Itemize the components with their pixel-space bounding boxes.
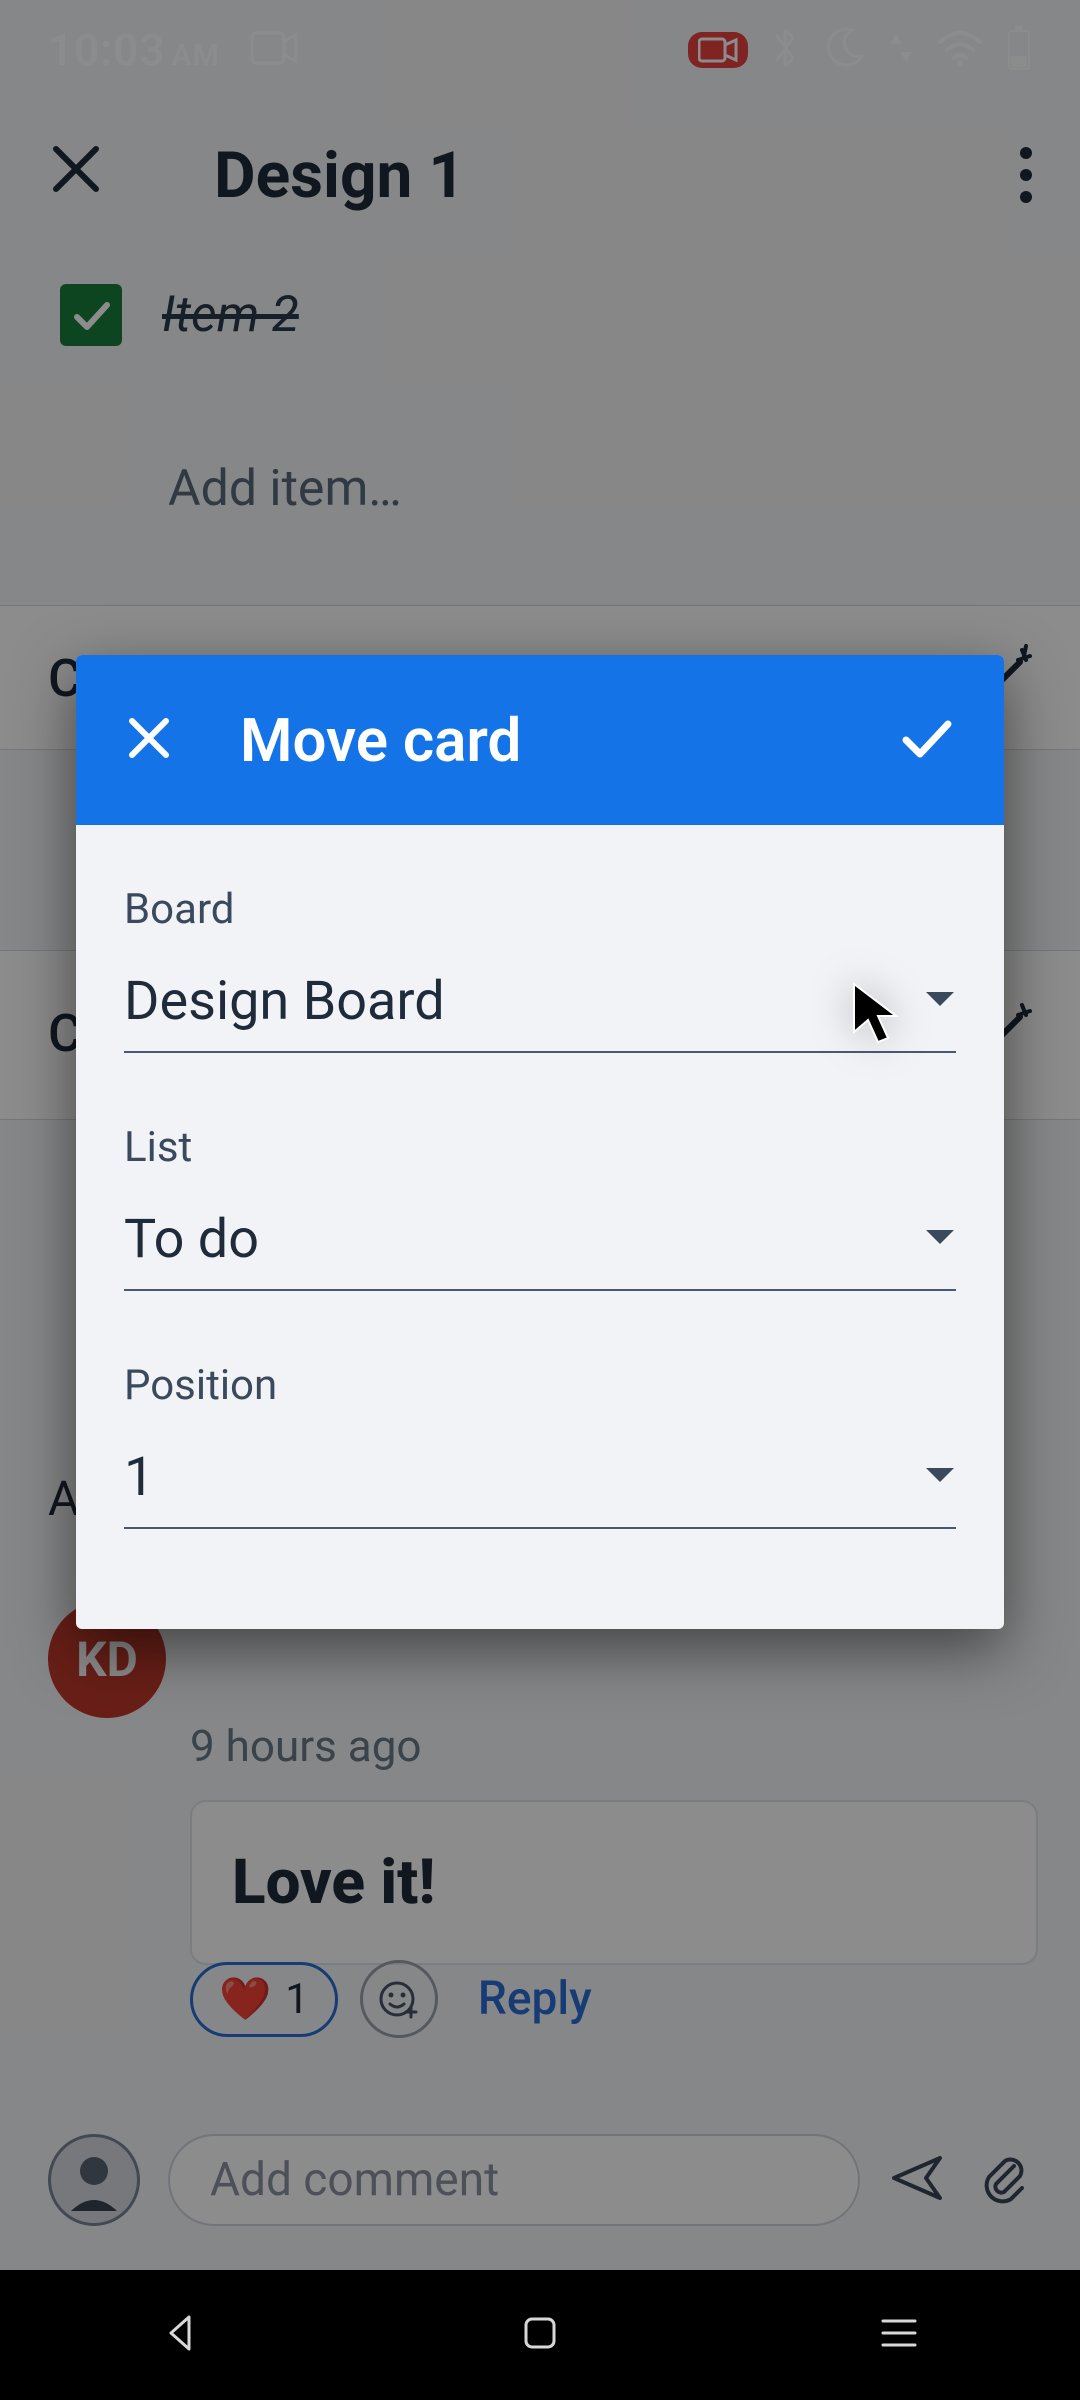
move-card-dialog: Move card Board Design Board List To do <box>76 655 1004 1629</box>
overflow-menu-icon[interactable] <box>1020 147 1032 203</box>
checklist-item-label: Item 2 <box>162 286 299 344</box>
camera-outline-icon <box>250 31 298 69</box>
dialog-close-icon[interactable] <box>122 711 176 769</box>
data-arrows-icon <box>888 28 914 72</box>
add-item-input[interactable]: Add item… <box>168 460 402 518</box>
send-icon[interactable] <box>888 2148 948 2212</box>
battery-icon <box>1006 26 1032 74</box>
add-reaction-button[interactable] <box>360 1960 438 2038</box>
position-field[interactable]: Position 1 <box>124 1361 956 1529</box>
board-label: Board <box>124 885 956 934</box>
comment-text: Love it! <box>232 1846 996 1919</box>
app-header: Design 1 <box>0 100 1080 250</box>
comment-input-row: Add comment <box>48 2130 1032 2230</box>
comment-bubble[interactable]: Love it! <box>190 1800 1038 1965</box>
checklist-item[interactable]: Item 2 <box>60 275 1020 355</box>
bluetooth-icon <box>770 25 800 75</box>
reaction-row: ❤️ 1 Reply <box>190 1960 592 2038</box>
activity-label: A <box>48 1470 79 1527</box>
dialog-confirm-icon[interactable] <box>894 706 958 774</box>
reaction-count: 1 <box>285 1975 309 2024</box>
board-field[interactable]: Board Design Board <box>124 885 956 1053</box>
comment-input-placeholder: Add comment <box>210 2153 499 2207</box>
system-nav-bar <box>0 2270 1080 2400</box>
reaction-heart-button[interactable]: ❤️ 1 <box>190 1962 338 2037</box>
attachment-icon[interactable] <box>976 2150 1032 2210</box>
chevron-down-icon <box>924 1228 956 1252</box>
heart-icon: ❤️ <box>219 1975 271 2024</box>
dialog-header: Move card <box>76 655 1004 825</box>
home-icon[interactable] <box>520 2313 560 2357</box>
list-label: List <box>124 1123 956 1172</box>
list-field[interactable]: List To do <box>124 1123 956 1291</box>
recents-icon[interactable] <box>877 2315 921 2355</box>
back-icon[interactable] <box>159 2311 203 2359</box>
position-label: Position <box>124 1361 956 1410</box>
comment-input[interactable]: Add comment <box>168 2134 860 2226</box>
reply-button[interactable]: Reply <box>478 1972 592 2026</box>
chevron-down-icon <box>924 1466 956 1490</box>
comment-timestamp: 9 hours ago <box>190 1720 422 1772</box>
chevron-down-icon <box>924 990 956 1014</box>
status-time: 10:03AM <box>48 24 220 76</box>
list-value: To do <box>124 1208 924 1271</box>
wifi-icon <box>936 30 984 70</box>
status-time-value: 10:03 <box>48 24 166 76</box>
close-icon[interactable] <box>48 138 104 213</box>
position-value: 1 <box>124 1446 924 1509</box>
user-avatar[interactable] <box>48 2134 140 2226</box>
recording-pill-icon <box>688 32 748 68</box>
checkbox-checked-icon[interactable] <box>60 284 122 346</box>
board-value: Design Board <box>124 970 924 1033</box>
status-bar: 10:03AM <box>0 0 1080 100</box>
dialog-title: Move card <box>240 705 521 776</box>
page-title: Design 1 <box>214 138 465 213</box>
status-time-ampm: AM <box>172 38 220 73</box>
dnd-moon-icon <box>822 26 866 74</box>
